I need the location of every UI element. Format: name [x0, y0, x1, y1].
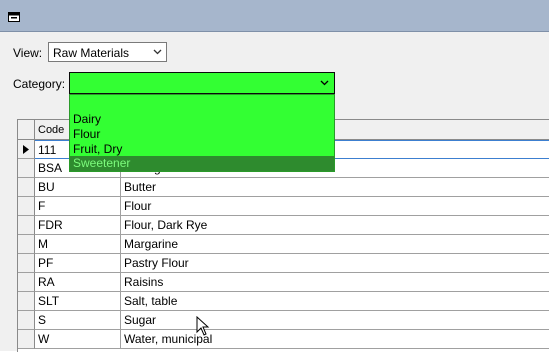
- category-label: Category:: [13, 77, 66, 91]
- chevron-down-icon: [320, 80, 329, 86]
- row-selector[interactable]: [18, 273, 35, 292]
- table-row[interactable]: SLT Salt, table: [18, 292, 549, 311]
- description-cell[interactable]: Flour, Dark Rye: [121, 216, 549, 235]
- table-row[interactable]: S Sugar: [18, 311, 549, 330]
- code-cell[interactable]: FDR: [35, 216, 121, 235]
- code-cell[interactable]: M: [35, 235, 121, 254]
- column-header-code-label: Code: [38, 124, 65, 136]
- row-selector[interactable]: [18, 197, 35, 216]
- table-row[interactable]: PF Pastry Flour: [18, 254, 549, 273]
- description-cell[interactable]: Raisins: [121, 273, 549, 292]
- form-client-area: View: Raw Materials Category: Dairy Flou…: [0, 32, 549, 352]
- category-select[interactable]: [69, 72, 335, 94]
- code-cell[interactable]: SLT: [35, 292, 121, 311]
- code-cell[interactable]: F: [35, 197, 121, 216]
- chevron-down-icon: [153, 49, 162, 55]
- description-cell[interactable]: Water, municipal: [121, 330, 549, 349]
- form-icon[interactable]: [8, 12, 20, 22]
- description-cell[interactable]: Butter: [121, 178, 549, 197]
- code-cell[interactable]: PF: [35, 254, 121, 273]
- row-selector[interactable]: [18, 292, 35, 311]
- table-row[interactable]: W Water, municipal: [18, 330, 549, 349]
- view-select[interactable]: Raw Materials: [48, 42, 167, 62]
- table-row[interactable]: M Margarine: [18, 235, 549, 254]
- row-selector[interactable]: [18, 235, 35, 254]
- code-cell[interactable]: BU: [35, 178, 121, 197]
- description-cell[interactable]: Sugar: [121, 311, 549, 330]
- row-selector[interactable]: [18, 311, 35, 330]
- table-row[interactable]: FDR Flour, Dark Rye: [18, 216, 549, 235]
- row-selector[interactable]: [18, 216, 35, 235]
- dropdown-option-flour[interactable]: Flour: [70, 127, 334, 142]
- row-selector[interactable]: [18, 159, 35, 178]
- row-selector[interactable]: [18, 178, 35, 197]
- table-row[interactable]: RA Raisins: [18, 273, 549, 292]
- category-dropdown-list: Dairy Flour Fruit, Dry Sweetener: [69, 94, 335, 172]
- view-select-value: Raw Materials: [53, 46, 130, 60]
- table-row[interactable]: F Flour: [18, 197, 549, 216]
- row-selector-header[interactable]: [18, 120, 35, 140]
- view-label: View:: [13, 46, 43, 60]
- code-cell[interactable]: S: [35, 311, 121, 330]
- description-cell[interactable]: Flour: [121, 197, 549, 216]
- current-row-arrow-icon: [23, 145, 29, 154]
- dropdown-option-dairy[interactable]: Dairy: [70, 112, 334, 127]
- table-row[interactable]: BU Butter: [18, 178, 549, 197]
- title-bar: [0, 0, 549, 32]
- code-cell[interactable]: RA: [35, 273, 121, 292]
- row-selector[interactable]: [18, 254, 35, 273]
- description-cell[interactable]: Margarine: [121, 235, 549, 254]
- row-selector[interactable]: [18, 140, 35, 159]
- dropdown-option-sweetener[interactable]: Sweetener: [70, 156, 334, 171]
- row-selector[interactable]: [18, 330, 35, 349]
- code-cell[interactable]: W: [35, 330, 121, 349]
- description-cell[interactable]: Salt, table: [121, 292, 549, 311]
- description-cell[interactable]: Pastry Flour: [121, 254, 549, 273]
- mouse-pointer-icon: [196, 316, 210, 336]
- dropdown-option-fruit-dry[interactable]: Fruit, Dry: [70, 142, 334, 157]
